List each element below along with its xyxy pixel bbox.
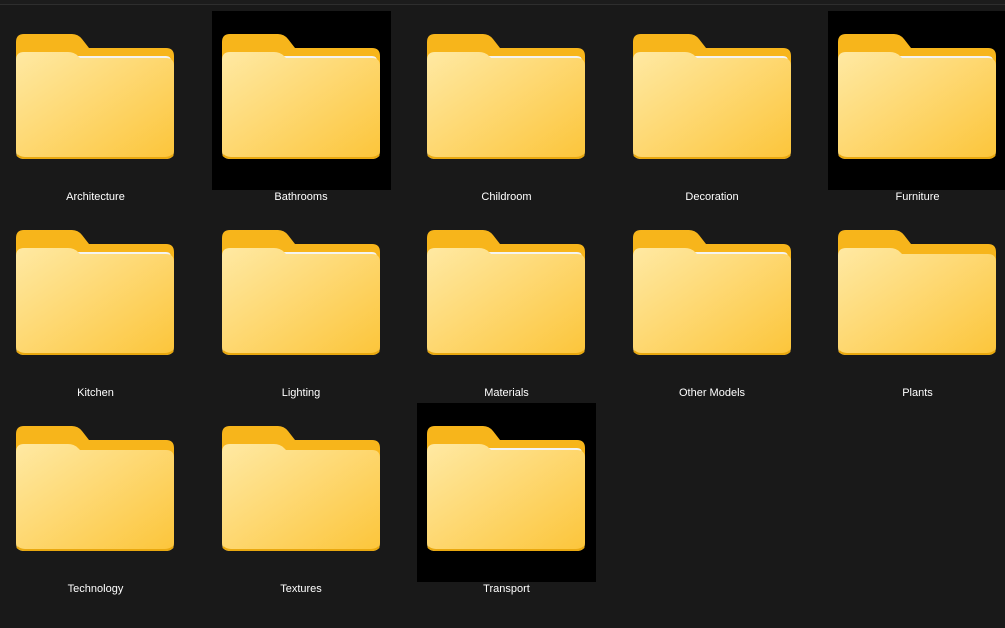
folder-item[interactable]: Furniture <box>828 11 1005 207</box>
folder-thumbnail[interactable] <box>417 403 596 582</box>
folder-thumbnail[interactable] <box>828 11 1005 190</box>
folder-icon <box>427 230 585 355</box>
folder-item[interactable]: Plants <box>828 207 1005 403</box>
folder-icon <box>632 230 791 355</box>
folder-label: Decoration <box>685 191 739 203</box>
folder-item[interactable]: Technology <box>6 403 185 599</box>
folder-label: Materials <box>484 387 529 399</box>
folder-icon <box>16 230 174 355</box>
folder-label: Architecture <box>66 191 125 203</box>
folder-thumbnail[interactable] <box>6 403 185 582</box>
folder-label: Lighting <box>281 387 321 399</box>
folder-label: Bathrooms <box>274 191 328 203</box>
folder-icon <box>16 34 174 159</box>
folder-label: Furniture <box>895 191 940 203</box>
folder-icon <box>427 34 585 159</box>
folder-item[interactable]: Bathrooms <box>211 11 391 207</box>
folder-label: Textures <box>280 583 322 595</box>
folder-item[interactable]: Materials <box>417 207 596 403</box>
folder-grid: Architecture Bathrooms Childroom Decorat… <box>6 11 1005 599</box>
folder-thumbnail[interactable] <box>417 207 596 386</box>
folder-thumbnail[interactable] <box>417 11 596 190</box>
folder-thumbnail[interactable] <box>6 11 185 190</box>
folder-thumbnail[interactable] <box>212 207 391 386</box>
folder-label: Other Models <box>678 387 746 399</box>
folder-item[interactable]: Textures <box>212 403 391 599</box>
folder-icon <box>16 426 174 551</box>
folder-icon <box>221 34 380 159</box>
folder-item[interactable]: Lighting <box>212 207 391 403</box>
folder-icon <box>427 426 585 551</box>
folder-label: Plants <box>902 387 933 399</box>
folder-icon <box>838 34 996 159</box>
folder-thumbnail[interactable] <box>623 207 802 386</box>
folder-item[interactable]: Decoration <box>623 11 802 207</box>
folder-item[interactable]: Kitchen <box>6 207 185 403</box>
folder-thumbnail[interactable] <box>623 11 802 190</box>
folder-label: Childroom <box>481 191 532 203</box>
folder-label: Transport <box>483 583 530 595</box>
folder-item[interactable]: Transport <box>417 403 596 599</box>
folder-item[interactable]: Architecture <box>6 11 185 207</box>
folder-thumbnail[interactable] <box>211 11 391 190</box>
folder-label: Kitchen <box>77 387 114 399</box>
folder-icon <box>221 426 380 551</box>
window-top-border <box>0 0 1005 5</box>
folder-icon <box>632 34 791 159</box>
folder-icon <box>838 230 996 355</box>
folder-label: Technology <box>67 583 124 595</box>
folder-thumbnail[interactable] <box>212 403 391 582</box>
folder-thumbnail[interactable] <box>6 207 185 386</box>
folder-item[interactable]: Other Models <box>623 207 802 403</box>
folder-icon <box>221 230 380 355</box>
folder-item[interactable]: Childroom <box>417 11 596 207</box>
folder-thumbnail[interactable] <box>828 207 1005 386</box>
